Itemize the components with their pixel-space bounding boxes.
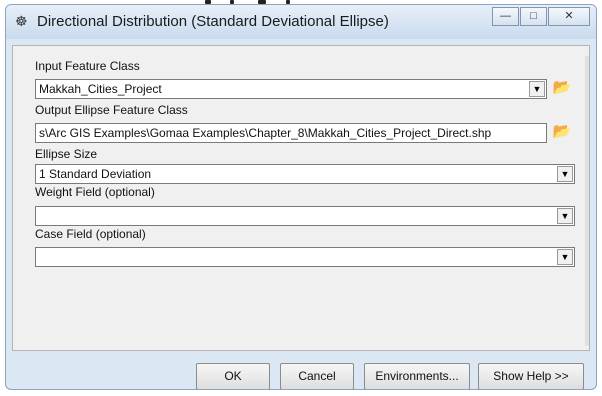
chevron-down-icon[interactable]: ▼ xyxy=(529,81,545,97)
tool-icon: ☸ xyxy=(15,13,28,29)
close-button[interactable]: ✕ xyxy=(548,7,590,26)
output-ellipse-feature-class-input[interactable]: s\Arc GIS Examples\Gomaa Examples\Chapte… xyxy=(35,123,547,143)
tool-dialog-window: ☸ Directional Distribution (Standard Dev… xyxy=(5,4,597,390)
title-bar[interactable]: ☸ Directional Distribution (Standard Dev… xyxy=(6,5,596,39)
window-controls: — □ ✕ xyxy=(491,7,590,26)
close-icon: ✕ xyxy=(564,10,574,22)
maximize-button[interactable]: □ xyxy=(520,7,547,26)
ellipse-size-combo[interactable]: 1 Standard Deviation ▼ xyxy=(35,164,575,184)
weight-field-label: Weight Field (optional) xyxy=(35,185,155,199)
environments-button[interactable]: Environments... xyxy=(364,363,470,389)
window-title: Directional Distribution (Standard Devia… xyxy=(37,13,389,30)
chevron-down-icon[interactable]: ▼ xyxy=(557,166,573,182)
open-folder-icon: 📂 xyxy=(552,79,572,96)
open-folder-icon: 📂 xyxy=(552,123,572,140)
weight-field-combo[interactable]: ▼ xyxy=(35,206,575,226)
case-field-label: Case Field (optional) xyxy=(35,227,146,241)
show-help-button[interactable]: Show Help >> xyxy=(478,363,584,389)
browse-folder-button[interactable]: 📂 xyxy=(551,78,573,98)
input-feature-class-value: Makkah_Cities_Project xyxy=(39,82,162,96)
cancel-button[interactable]: Cancel xyxy=(280,363,354,389)
ellipse-size-value: 1 Standard Deviation xyxy=(39,167,152,181)
minimize-button[interactable]: — xyxy=(492,7,519,26)
ellipse-size-label: Ellipse Size xyxy=(35,147,98,161)
chevron-down-icon[interactable]: ▼ xyxy=(557,249,573,265)
case-field-combo[interactable]: ▼ xyxy=(35,247,575,267)
output-ellipse-feature-class-value: s\Arc GIS Examples\Gomaa Examples\Chapte… xyxy=(39,126,492,140)
browse-folder-button[interactable]: 📂 xyxy=(551,122,573,142)
button-bar: OK Cancel Environments... Show Help >> xyxy=(12,355,590,389)
input-feature-class-label: Input Feature Class xyxy=(35,59,140,73)
input-feature-class-combo[interactable]: Makkah_Cities_Project ▼ xyxy=(35,79,547,99)
vertical-scrollbar[interactable] xyxy=(585,56,589,346)
ok-button[interactable]: OK xyxy=(196,363,270,389)
minimize-icon: — xyxy=(500,10,511,22)
output-ellipse-feature-class-label: Output Ellipse Feature Class xyxy=(35,103,188,117)
parameters-panel: Input Feature Class Makkah_Cities_Projec… xyxy=(12,45,590,351)
chevron-down-icon[interactable]: ▼ xyxy=(557,208,573,224)
maximize-icon: □ xyxy=(530,10,537,22)
